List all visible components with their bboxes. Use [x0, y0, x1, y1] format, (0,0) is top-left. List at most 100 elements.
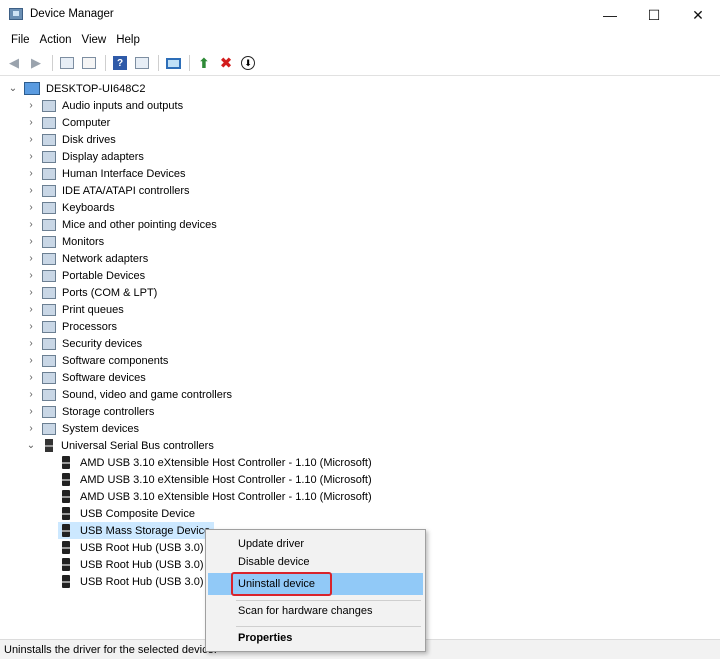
tree-item-label: DESKTOP-UI648C2	[46, 82, 146, 95]
tree-usb-device[interactable]: AMD USB 3.10 eXtensible Host Controller …	[58, 454, 372, 471]
collapse-chevron-icon[interactable]: ›	[26, 185, 36, 196]
device-manager-app-icon	[9, 8, 23, 20]
menu-file[interactable]: File	[6, 34, 35, 46]
device-properties-icon[interactable]	[57, 53, 77, 73]
tree-usb-device[interactable]: AMD USB 3.10 eXtensible Host Controller …	[58, 488, 372, 505]
usb-device-icon	[62, 490, 70, 503]
update-driver-icon[interactable]: ⬇	[238, 53, 258, 73]
tree-usb-device[interactable]: USB Root Hub (USB 3.0)	[58, 573, 204, 590]
usb-device-icon	[62, 456, 70, 469]
refresh-icon[interactable]	[79, 53, 99, 73]
collapse-chevron-icon[interactable]: ›	[26, 389, 36, 400]
usb-device-icon	[62, 558, 70, 571]
collapse-chevron-icon[interactable]: ›	[26, 355, 36, 366]
menu-help[interactable]: Help	[111, 34, 145, 46]
collapse-chevron-icon[interactable]: ›	[26, 423, 36, 434]
device-category-icon	[42, 303, 56, 316]
tree-item-label: USB Root Hub (USB 3.0)	[80, 558, 204, 571]
collapse-chevron-icon[interactable]: ›	[26, 321, 36, 332]
collapse-chevron-icon[interactable]: ›	[26, 253, 36, 264]
tree-category[interactable]: › Security devices	[26, 335, 142, 352]
enable-device-icon[interactable]: ⬆	[194, 53, 214, 73]
ctx-disable-device[interactable]: Disable device	[208, 551, 423, 573]
tree-category[interactable]: › Ports (COM & LPT)	[26, 284, 157, 301]
tree-usb-device[interactable]: USB Root Hub (USB 3.0)	[58, 556, 204, 573]
tree-usb-device[interactable]: USB Mass Storage Device	[58, 522, 215, 539]
tree-category[interactable]: › Audio inputs and outputs	[26, 97, 183, 114]
tree-item-label: Monitors	[62, 235, 105, 248]
tree-item-label: Storage controllers	[62, 405, 155, 418]
tree-item-label: Software devices	[62, 371, 146, 384]
tree-category[interactable]: › Print queues	[26, 301, 124, 318]
collapse-chevron-icon[interactable]: ›	[26, 219, 36, 230]
show-hidden-icon[interactable]	[132, 53, 152, 73]
tree-root-computer[interactable]: ⌄ DESKTOP-UI648C2	[8, 80, 145, 97]
collapse-chevron-icon[interactable]: ›	[26, 202, 36, 213]
title-bar: Device Manager — ☐ ✕	[0, 0, 720, 30]
tree-category[interactable]: › Portable Devices	[26, 267, 145, 284]
collapse-chevron-icon[interactable]: ›	[26, 372, 36, 383]
collapse-chevron-icon[interactable]: ›	[26, 406, 36, 417]
scan-hardware-icon[interactable]	[163, 53, 183, 73]
expand-chevron-icon[interactable]: ⌄	[26, 440, 36, 451]
minimize-button[interactable]: —	[588, 0, 632, 30]
tree-category[interactable]: › Monitors	[26, 233, 104, 250]
usb-device-icon	[62, 507, 70, 520]
tree-item-label: IDE ATA/ATAPI controllers	[62, 184, 190, 197]
tree-category[interactable]: › Processors	[26, 318, 117, 335]
back-arrow-icon[interactable]: ◀	[4, 53, 24, 73]
close-button[interactable]: ✕	[676, 0, 720, 30]
tree-category[interactable]: › Software components	[26, 352, 168, 369]
status-text: Uninstalls the driver for the selected d…	[4, 644, 217, 656]
ctx-scan-hardware[interactable]: Scan for hardware changes	[208, 600, 423, 622]
tree-usb-device[interactable]: USB Root Hub (USB 3.0)	[58, 539, 204, 556]
usb-controller-icon	[45, 439, 53, 452]
collapse-chevron-icon[interactable]: ›	[26, 117, 36, 128]
tree-category[interactable]: › Human Interface Devices	[26, 165, 186, 182]
tree-category[interactable]: › Computer	[26, 114, 110, 131]
tree-item-label: System devices	[62, 422, 140, 435]
tree-usb-device[interactable]: USB Composite Device	[58, 505, 195, 522]
ctx-properties[interactable]: Properties	[208, 627, 423, 649]
tree-category[interactable]: › Software devices	[26, 369, 146, 386]
forward-arrow-icon[interactable]: ▶	[26, 53, 46, 73]
device-category-icon	[42, 184, 56, 197]
tree-item-label: Universal Serial Bus controllers	[61, 439, 214, 452]
collapse-chevron-icon[interactable]: ›	[26, 270, 36, 281]
tree-category[interactable]: › Sound, video and game controllers	[26, 386, 232, 403]
device-category-icon	[42, 269, 56, 282]
device-category-icon	[42, 405, 56, 418]
collapse-chevron-icon[interactable]: ›	[26, 134, 36, 145]
collapse-chevron-icon[interactable]: ›	[26, 287, 36, 298]
tree-item-label: Computer	[62, 116, 111, 129]
menu-bar: File Action View Help	[0, 30, 720, 50]
collapse-chevron-icon[interactable]: ›	[26, 168, 36, 179]
tree-category[interactable]: › Disk drives	[26, 131, 116, 148]
tree-item-label: Processors	[62, 320, 118, 333]
tree-item-label: Human Interface Devices	[62, 167, 186, 180]
tree-category[interactable]: › Network adapters	[26, 250, 148, 267]
collapse-chevron-icon[interactable]: ›	[26, 236, 36, 247]
collapse-chevron-icon[interactable]: ›	[26, 100, 36, 111]
tree-category[interactable]: › Storage controllers	[26, 403, 154, 420]
tree-item-label: Print queues	[62, 303, 124, 316]
maximize-button[interactable]: ☐	[632, 0, 676, 30]
tree-category[interactable]: › Mice and other pointing devices	[26, 216, 217, 233]
tree-category[interactable]: › Display adapters	[26, 148, 144, 165]
device-category-icon	[42, 252, 56, 265]
tree-category[interactable]: ⌄ Universal Serial Bus controllers	[26, 437, 214, 454]
expand-chevron-icon[interactable]: ⌄	[8, 83, 18, 94]
tree-category[interactable]: › System devices	[26, 420, 139, 437]
tree-item-label: Portable Devices	[62, 269, 146, 282]
tree-category[interactable]: › IDE ATA/ATAPI controllers	[26, 182, 190, 199]
collapse-chevron-icon[interactable]: ›	[26, 304, 36, 315]
uninstall-device-icon[interactable]: ✖	[216, 53, 236, 73]
collapse-chevron-icon[interactable]: ›	[26, 338, 36, 349]
tree-category[interactable]: › Keyboards	[26, 199, 115, 216]
menu-view[interactable]: View	[77, 34, 112, 46]
tree-usb-device[interactable]: AMD USB 3.10 eXtensible Host Controller …	[58, 471, 372, 488]
menu-action[interactable]: Action	[35, 34, 77, 46]
help-icon[interactable]: ?	[110, 53, 130, 73]
collapse-chevron-icon[interactable]: ›	[26, 151, 36, 162]
tree-item-label: Security devices	[62, 337, 143, 350]
